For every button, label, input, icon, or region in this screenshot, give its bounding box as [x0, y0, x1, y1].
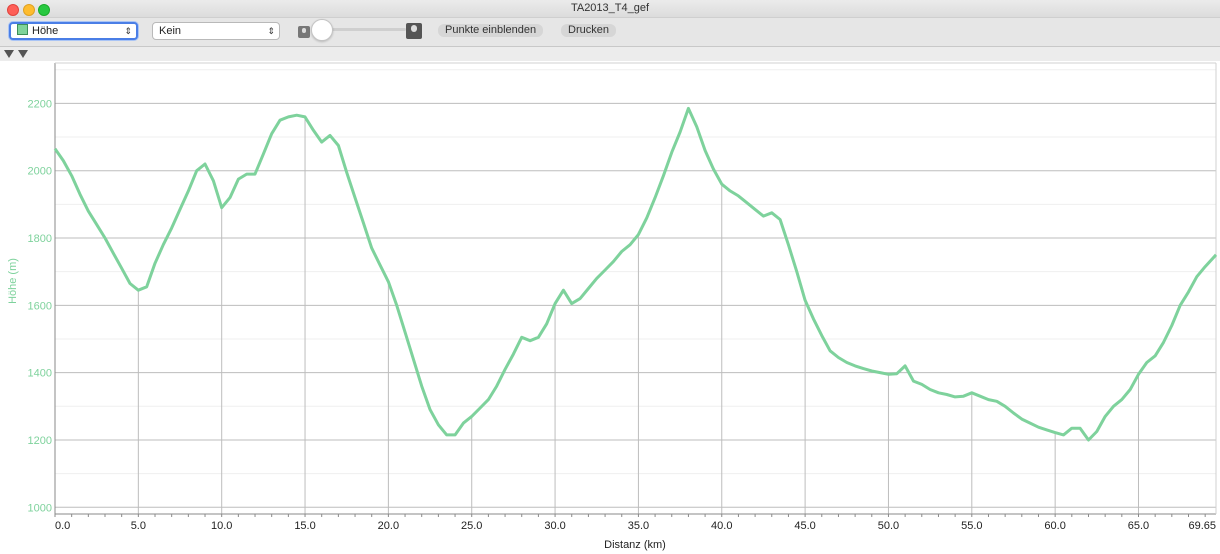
x-tick-label: 45.0 — [794, 520, 815, 532]
x-axis-label: Distanz (km) — [604, 539, 666, 551]
x-tick-label: 20.0 — [378, 520, 399, 532]
zoom-large-person-icon[interactable] — [406, 23, 422, 39]
x-tick-label: 30.0 — [544, 520, 565, 532]
x-tick-label: 25.0 — [461, 520, 482, 532]
show-points-button[interactable]: Punkte einblenden — [438, 24, 544, 37]
y-tick-label: 1800 — [28, 233, 52, 245]
range-start-marker-icon[interactable] — [4, 50, 14, 58]
elevation-chart-svg: 1000 1200 1400 1600 1800 2000 2200 0.0 5.0 10.0 1… — [7, 62, 1218, 551]
y-tick-label: 1600 — [28, 300, 52, 312]
chart-grid — [55, 69, 1216, 514]
x-tick-labels: 0.0 5.0 10.0 15.0 20.0 25.0 30.0 35.0 40.0 45.0 50… — [55, 520, 1216, 532]
x-tick-label: 65.0 — [1128, 520, 1149, 532]
second-series-select[interactable]: Kein ⇕ — [152, 22, 280, 40]
x-tick-label: 40.0 — [711, 520, 732, 532]
y-tick-label: 2200 — [28, 98, 52, 110]
print-button[interactable]: Drucken — [561, 24, 616, 37]
x-tick-label: 35.0 — [628, 520, 649, 532]
x-tick-label: 10.0 — [211, 520, 232, 532]
y-tick-label: 2000 — [28, 166, 52, 178]
chevron-updown-icon: ⇕ — [267, 26, 275, 36]
x-tick-label: 5.0 — [131, 520, 146, 532]
x-tick-label: 55.0 — [961, 520, 982, 532]
x-tick-label: 15.0 — [294, 520, 315, 532]
range-end-marker-icon[interactable] — [18, 50, 28, 58]
y-tick-labels: 1000 1200 1400 1600 1800 2000 2200 — [28, 98, 52, 514]
range-markers — [4, 49, 32, 61]
y-tick-label: 1200 — [28, 435, 52, 447]
chevron-updown-icon: ⇕ — [124, 26, 132, 36]
window-title: TA2013_T4_gef — [570, 2, 650, 14]
elevation-chart[interactable]: 1000 1200 1400 1600 1800 2000 2200 0.0 5.0 10.0 1… — [0, 61, 1220, 554]
series-select-value: Höhe — [32, 25, 59, 37]
x-tick-label: 50.0 — [878, 520, 899, 532]
series-select[interactable]: Höhe ⇕ — [9, 22, 138, 40]
chart-axes — [54, 62, 1217, 517]
y-tick-label: 1400 — [28, 368, 52, 380]
second-series-select-value: Kein — [159, 25, 182, 37]
zoom-small-person-icon[interactable] — [298, 26, 310, 38]
zoom-slider-knob[interactable] — [311, 19, 333, 41]
toolbar: Höhe ⇕ Kein ⇕ Punkte einblenden Drucken — [0, 18, 1220, 47]
x-tick-label: 0.0 — [55, 520, 70, 532]
series-color-swatch — [17, 24, 28, 35]
y-tick-label: 1000 — [28, 502, 52, 514]
x-tick-label: 69.65 — [1188, 520, 1216, 532]
y-axis-label: Höhe (m) — [7, 258, 19, 304]
elevation-series-line — [53, 106, 1218, 442]
title-bar: TA2013_T4_gef — [0, 0, 1220, 18]
x-tick-label: 60.0 — [1044, 520, 1065, 532]
